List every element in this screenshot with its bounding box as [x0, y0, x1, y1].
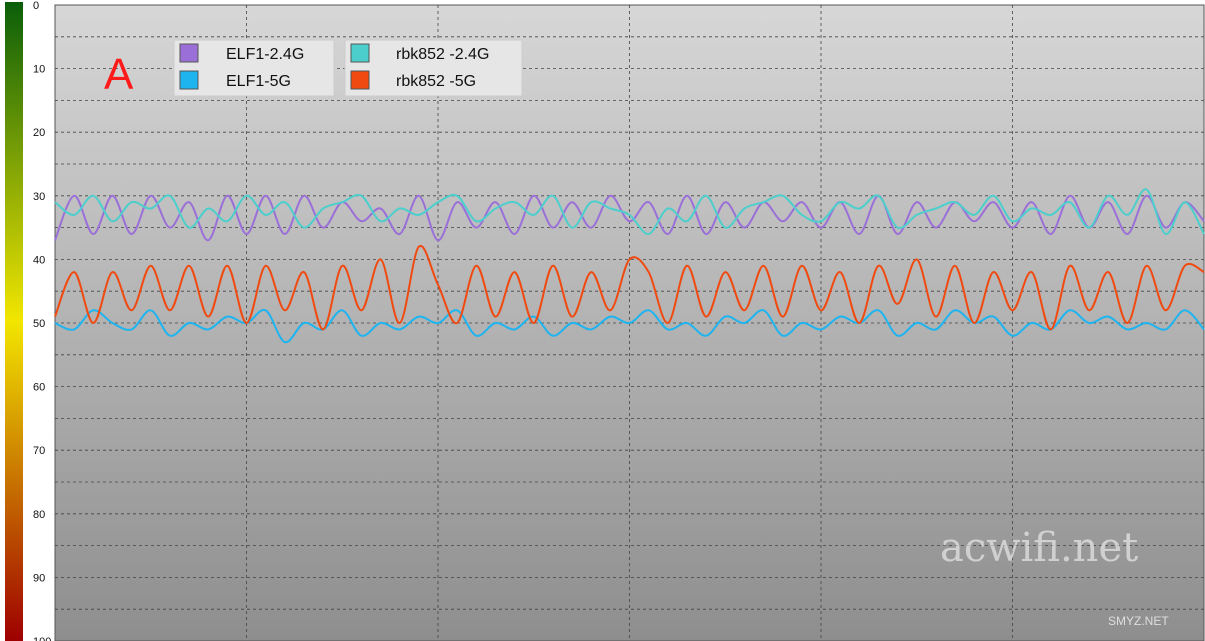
legend-group-left: ELF1-2.4G ELF1-5G — [173, 39, 335, 97]
y-tick-label: 30 — [33, 191, 45, 203]
y-tick-label: 60 — [33, 382, 45, 394]
y-tick-label: 0 — [33, 0, 39, 12]
chart: 0 10 20 30 40 50 60 70 80 90 100 A ELF1-2.4G ELF1-… — [0, 0, 1205, 641]
legend-swatch — [179, 70, 199, 90]
legend-swatch — [179, 43, 199, 63]
y-tick-label: 80 — [33, 509, 45, 521]
y-tick-label: 40 — [33, 254, 45, 266]
legend-item-elf1-5g: ELF1-5G — [179, 70, 291, 90]
legend-label: rbk852 -2.4G — [396, 46, 489, 63]
y-tick-label: 50 — [33, 318, 45, 330]
y-tick-label: 20 — [33, 127, 45, 139]
legend: ELF1-2.4G ELF1-5G rbk852 -2.4G rbk852 -5… — [173, 39, 523, 97]
legend-group-right: rbk852 -2.4G rbk852 -5G — [344, 39, 523, 97]
y-tick-label: 70 — [33, 445, 45, 457]
legend-swatch — [350, 70, 370, 90]
y-tick-label: 90 — [33, 572, 45, 584]
watermark-secondary: SMYZ.NET — [1108, 614, 1169, 628]
legend-label: rbk852 -5G — [396, 73, 476, 90]
annotation-label: A — [104, 50, 134, 99]
colorbar — [5, 2, 23, 641]
watermark-primary: acwifi.net — [940, 525, 1138, 571]
legend-label: ELF1-2.4G — [226, 46, 304, 63]
legend-label: ELF1-5G — [226, 73, 291, 90]
legend-swatch — [350, 43, 370, 63]
y-tick-label: 100 — [33, 636, 51, 641]
y-tick-label: 10 — [33, 64, 45, 76]
